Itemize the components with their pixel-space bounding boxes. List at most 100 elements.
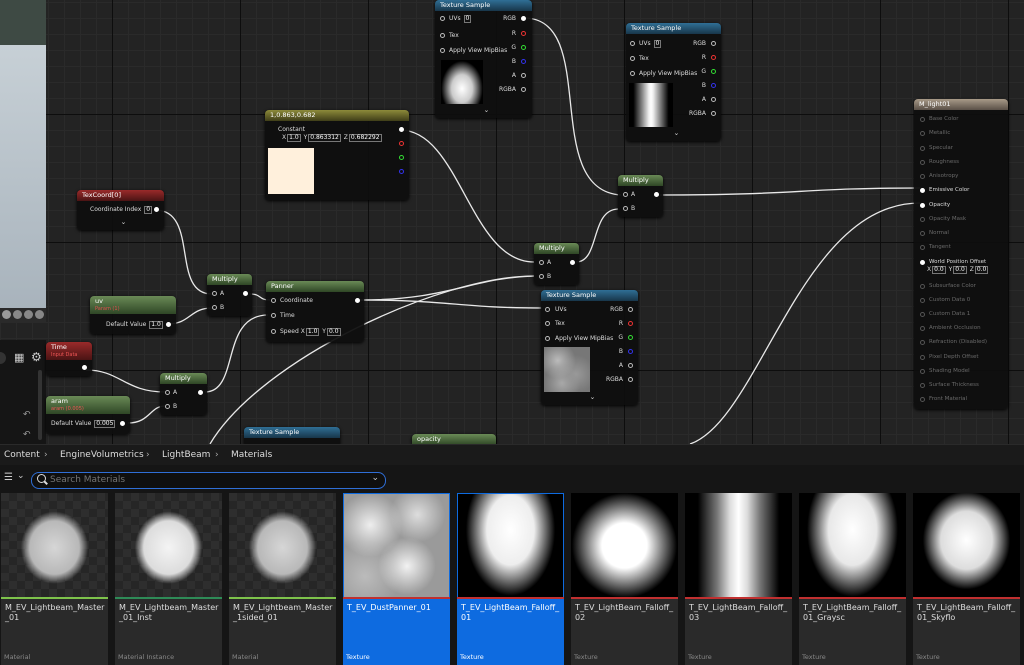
material-input-pin[interactable]	[920, 312, 925, 317]
opacity-parameter-node[interactable]: opacity	[412, 434, 496, 444]
texture-sample-node-3[interactable]: Texture Sample UVs Tex Apply View MipBia…	[541, 290, 638, 405]
wpo-y-field[interactable]: 0.0	[953, 266, 967, 274]
output-pin[interactable]	[198, 390, 203, 395]
output-pin[interactable]	[166, 322, 171, 327]
rgb-output-pin[interactable]	[399, 127, 404, 132]
asset-card[interactable]: T_EV_LightBeam_Falloff_01 Texture	[457, 493, 564, 665]
search-box[interactable]: ⌄	[31, 472, 386, 489]
rgb-output-pin[interactable]	[628, 307, 633, 312]
b-output-pin[interactable]	[628, 349, 633, 354]
search-input[interactable]	[50, 474, 360, 486]
default-value-field[interactable]: 0.005	[94, 420, 116, 428]
default-value-field[interactable]: 1.0	[149, 321, 163, 329]
material-input-pin[interactable]	[920, 298, 925, 303]
uvs-input-pin[interactable]	[630, 41, 635, 46]
coordinate-input-pin[interactable]	[271, 298, 276, 303]
x-field[interactable]: 1.0	[287, 134, 301, 142]
g-output-pin[interactable]	[399, 155, 404, 160]
texture-sample-node-4[interactable]: Texture Sample	[244, 427, 340, 444]
b-output-pin[interactable]	[399, 169, 404, 174]
material-input-pin[interactable]	[920, 131, 925, 136]
a-input-pin[interactable]	[539, 260, 544, 265]
multiply-node-3[interactable]: Multiply A B	[534, 243, 579, 285]
uvs-input-pin[interactable]	[440, 16, 445, 21]
a-output-pin[interactable]	[521, 73, 526, 78]
mipbias-input-pin[interactable]	[630, 71, 635, 76]
material-input-pin[interactable]	[920, 203, 925, 208]
material-input-pin[interactable]	[920, 383, 925, 388]
uvs-input-pin[interactable]	[545, 307, 550, 312]
multiply-node-1[interactable]: Multiply A B	[207, 274, 252, 316]
material-input-pin[interactable]	[920, 217, 925, 222]
asset-card[interactable]: M_EV_Lightbeam_Master_01 Material	[1, 493, 108, 665]
coordinate-index-field[interactable]: 0	[144, 206, 153, 214]
material-input-pin[interactable]	[920, 260, 925, 265]
chevron-down-icon[interactable]: ⌄	[17, 471, 25, 481]
mipbias-input-pin[interactable]	[545, 336, 550, 341]
material-input-pin[interactable]	[920, 340, 925, 345]
breadcrumb-item-content[interactable]: Content	[4, 445, 40, 465]
output-pin[interactable]	[355, 298, 360, 303]
a-output-pin[interactable]	[711, 97, 716, 102]
r-output-pin[interactable]	[628, 321, 633, 326]
multiply-node-4[interactable]: Multiply A B	[160, 373, 207, 415]
breadcrumb-item-materials[interactable]: Materials	[231, 445, 272, 465]
material-input-pin[interactable]	[920, 117, 925, 122]
a-input-pin[interactable]	[165, 390, 170, 395]
chevron-down-icon[interactable]: ⌄	[590, 393, 596, 401]
material-input-pin[interactable]	[920, 355, 925, 360]
rgb-output-pin[interactable]	[711, 41, 716, 46]
tex-input-pin[interactable]	[440, 33, 445, 38]
material-input-pin[interactable]	[920, 326, 925, 331]
rgba-output-pin[interactable]	[628, 377, 633, 382]
texture-sample-node-1[interactable]: Texture Sample UVs 0 Tex Apply View MipB…	[435, 0, 532, 118]
speed-y-field[interactable]: 0.0	[326, 328, 341, 336]
chevron-down-icon[interactable]: ⌄	[674, 129, 680, 137]
material-input-pin[interactable]	[920, 160, 925, 165]
material-input-pin[interactable]	[920, 369, 925, 374]
g-output-pin[interactable]	[521, 45, 526, 50]
z-field[interactable]: 0.682292	[348, 134, 382, 142]
asset-card[interactable]: T_EV_LightBeam_Falloff_02 Texture	[571, 493, 678, 665]
constant3vector-node[interactable]: 1,0.863,0.682 Constant X 1.0 Y 0.863312 Z0…	[265, 110, 409, 200]
material-output-node[interactable]: M_light01 Base Color Metallic Specular Roug…	[914, 99, 1008, 409]
panner-node[interactable]: Panner Coordinate Time Speed X 1.0 Y 0.0	[266, 281, 364, 342]
material-input-pin[interactable]	[920, 188, 925, 193]
output-pin[interactable]	[120, 421, 125, 426]
filter-icon[interactable]: ☰	[4, 472, 13, 483]
g-output-pin[interactable]	[628, 335, 633, 340]
r-output-pin[interactable]	[521, 31, 526, 36]
asset-card[interactable]: M_EV_Lightbeam_Master_1sided_01 Material	[229, 493, 336, 665]
material-input-pin[interactable]	[920, 174, 925, 179]
chevron-down-icon[interactable]: ⌄	[484, 106, 490, 114]
mipbias-input-pin[interactable]	[440, 48, 445, 53]
r-output-pin[interactable]	[399, 141, 404, 146]
a-input-pin[interactable]	[623, 192, 628, 197]
output-pin[interactable]	[82, 365, 87, 370]
material-input-pin[interactable]	[920, 245, 925, 250]
output-pin[interactable]	[570, 260, 575, 265]
material-input-pin[interactable]	[920, 146, 925, 151]
speed-input-pin[interactable]	[271, 329, 276, 334]
b-input-pin[interactable]	[623, 206, 628, 211]
b-output-pin[interactable]	[521, 59, 526, 64]
time-input-pin[interactable]	[271, 313, 276, 318]
r-output-pin[interactable]	[711, 55, 716, 60]
material-input-pin[interactable]	[920, 284, 925, 289]
output-pin[interactable]	[243, 291, 248, 296]
a-input-pin[interactable]	[212, 291, 217, 296]
speed-x-field[interactable]: 1.0	[305, 328, 320, 336]
b-input-pin[interactable]	[212, 305, 217, 310]
rgb-output-pin[interactable]	[521, 16, 526, 21]
a-output-pin[interactable]	[628, 363, 633, 368]
g-output-pin[interactable]	[711, 69, 716, 74]
asset-card[interactable]: T_EV_LightBeam_Falloff_01_Skyflo Texture	[913, 493, 1020, 665]
rgba-output-pin[interactable]	[711, 111, 716, 116]
y-field[interactable]: 0.863312	[308, 134, 341, 142]
texture-sample-node-2[interactable]: Texture Sample UVs 0 Tex Apply View MipB…	[626, 23, 721, 141]
wpo-z-field[interactable]: 0.0	[974, 266, 989, 274]
scalar-parameter-node[interactable]: aram aram (0.005) Default Value 0.005	[46, 396, 130, 434]
b-output-pin[interactable]	[711, 83, 716, 88]
uvs-field[interactable]: 0	[463, 15, 472, 23]
breadcrumb-item-enginevolumetrics[interactable]: EngineVolumetrics	[60, 445, 144, 465]
